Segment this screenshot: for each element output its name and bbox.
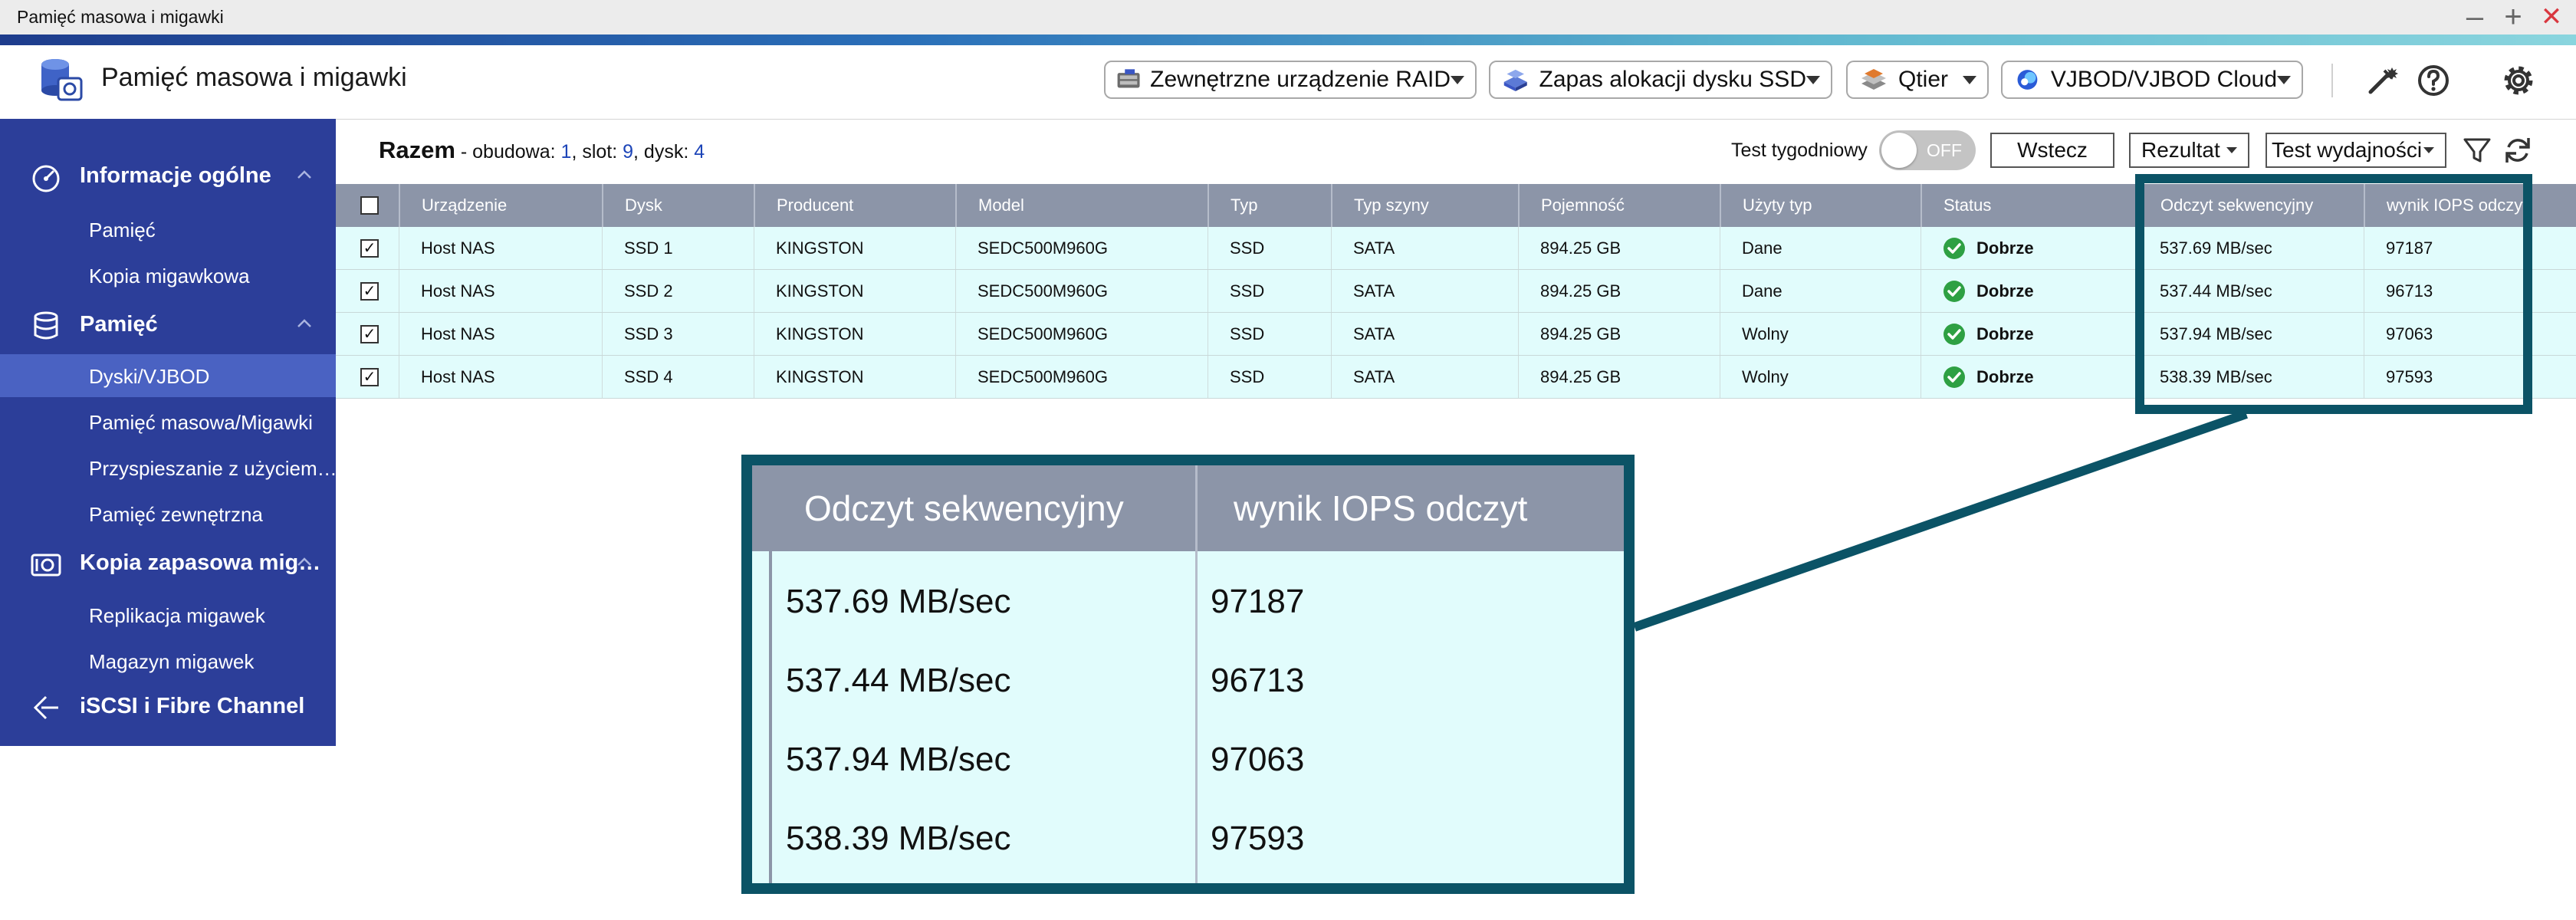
zoom-iops-value: 96713	[1211, 662, 1305, 699]
highlight-box	[2135, 174, 2532, 414]
zoom-column-divider	[1195, 465, 1198, 883]
zoom-iops-value: 97187	[1211, 583, 1305, 620]
zoom-column-header: Odczyt sekwencyjny	[804, 488, 1124, 528]
zoom-iops-value: 97063	[1211, 741, 1305, 778]
zoom-callout: Odczyt sekwencyjny wynik IOPS odczyt 537…	[741, 455, 1635, 894]
zoom-iops-value: 97593	[1211, 820, 1305, 857]
zoom-sequential-read-value: 537.94 MB/sec	[786, 741, 1011, 778]
zoom-left-divider	[769, 465, 772, 883]
zoom-sequential-read-value: 537.44 MB/sec	[786, 662, 1011, 699]
zoom-sequential-read-value: 537.69 MB/sec	[786, 583, 1011, 620]
zoom-sequential-read-value: 538.39 MB/sec	[786, 820, 1011, 857]
zoom-column-header: wynik IOPS odczyt	[1234, 488, 1528, 528]
